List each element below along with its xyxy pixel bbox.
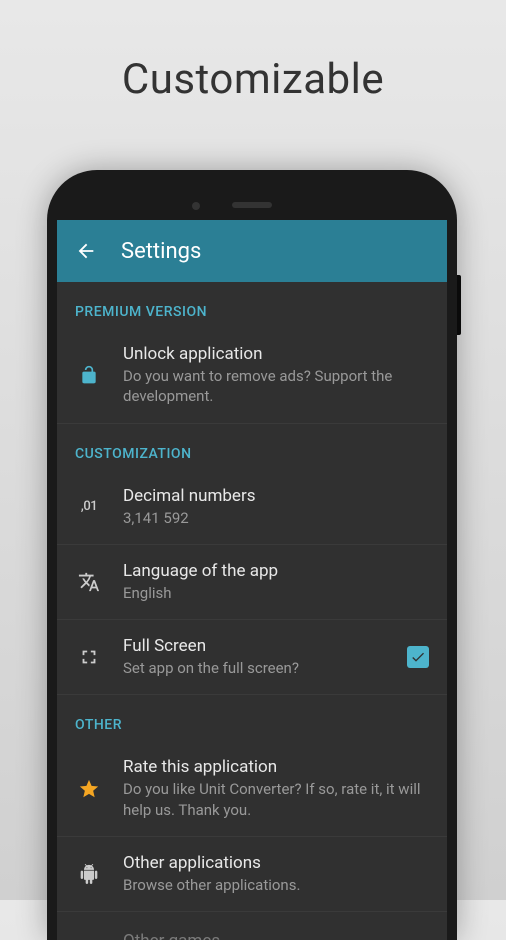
item-title: Other games	[123, 931, 429, 940]
section-customization-header: CUSTOMIZATION	[57, 424, 447, 470]
item-other-games[interactable]: Other games	[57, 912, 447, 940]
item-title: Rate this application	[123, 757, 429, 777]
item-other-apps[interactable]: Other applications Browse other applicat…	[57, 837, 447, 912]
fullscreen-icon	[75, 643, 103, 671]
phone-frame: Settings PREMIUM VERSION Unlock applicat…	[47, 170, 457, 940]
section-other-header: OTHER	[57, 695, 447, 741]
item-subtitle: English	[123, 583, 429, 603]
item-subtitle: Set app on the full screen?	[123, 658, 387, 678]
decimal-icon: ,01	[75, 493, 103, 521]
item-title: Language of the app	[123, 561, 429, 581]
games-icon	[75, 928, 103, 940]
promo-title: Customizable	[0, 0, 506, 104]
item-decimal-numbers[interactable]: ,01 Decimal numbers 3,141 592	[57, 470, 447, 545]
item-subtitle: 3,141 592	[123, 508, 429, 528]
fullscreen-checkbox[interactable]	[407, 646, 429, 668]
phone-side-button	[457, 275, 461, 335]
item-subtitle: Browse other applications.	[123, 875, 429, 895]
item-subtitle: Do you want to remove ads? Support the d…	[123, 366, 429, 407]
item-subtitle: Do you like Unit Converter? If so, rate …	[123, 779, 429, 820]
item-title: Full Screen	[123, 636, 387, 656]
back-button[interactable]	[75, 240, 97, 262]
item-title: Unlock application	[123, 344, 429, 364]
item-full-screen[interactable]: Full Screen Set app on the full screen?	[57, 620, 447, 695]
translate-icon	[75, 568, 103, 596]
app-bar: Settings	[57, 220, 447, 282]
check-icon	[410, 649, 426, 665]
star-icon	[75, 775, 103, 803]
item-language[interactable]: Language of the app English	[57, 545, 447, 620]
section-premium-header: PREMIUM VERSION	[57, 282, 447, 328]
item-unlock-application[interactable]: Unlock application Do you want to remove…	[57, 328, 447, 424]
app-screen: Settings PREMIUM VERSION Unlock applicat…	[57, 220, 447, 940]
android-icon	[75, 860, 103, 888]
app-bar-title: Settings	[121, 239, 201, 264]
lock-icon	[75, 361, 103, 389]
back-arrow-icon	[75, 240, 97, 262]
settings-content: PREMIUM VERSION Unlock application Do yo…	[57, 282, 447, 940]
item-rate-app[interactable]: Rate this application Do you like Unit C…	[57, 741, 447, 837]
item-title: Other applications	[123, 853, 429, 873]
item-title: Decimal numbers	[123, 486, 429, 506]
